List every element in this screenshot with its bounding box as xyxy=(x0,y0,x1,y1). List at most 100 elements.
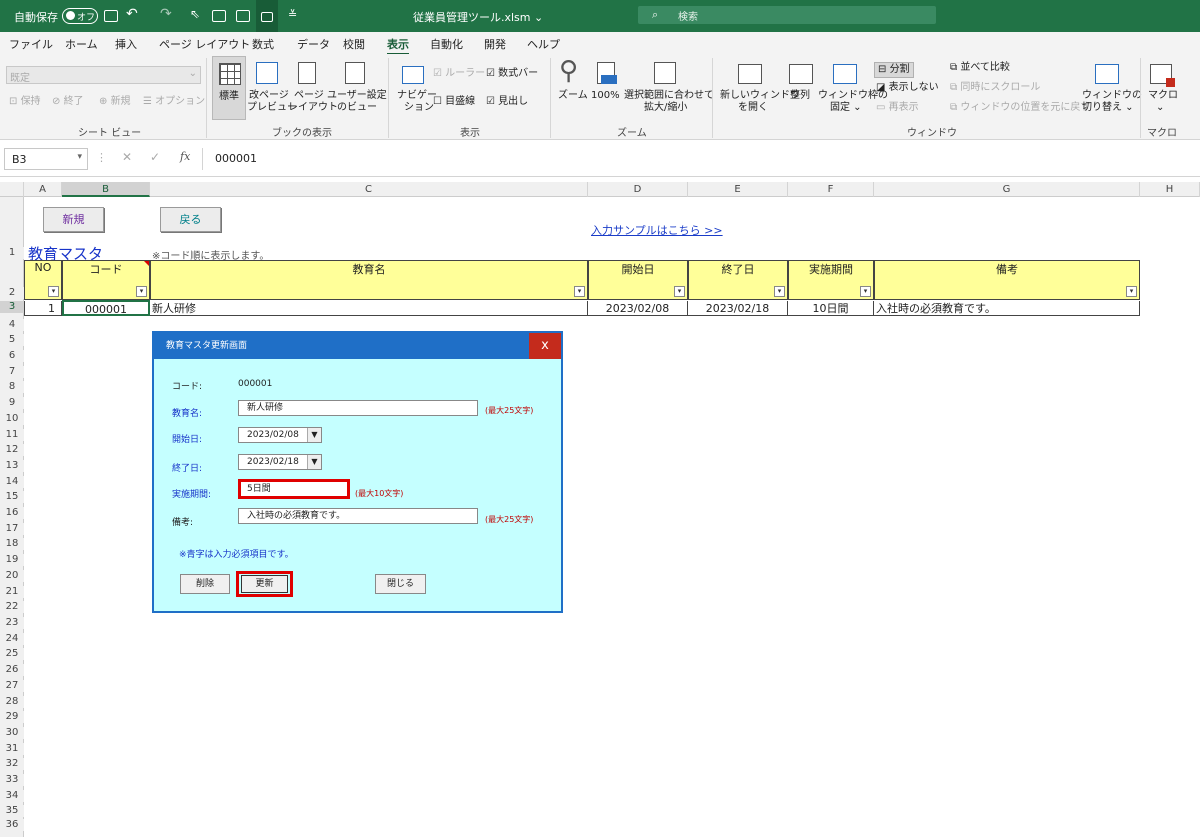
arrange-all-button[interactable]: 整列 xyxy=(786,56,816,120)
tab-insert[interactable]: 挿入 xyxy=(115,36,137,52)
row-header[interactable]: 14 xyxy=(0,476,24,488)
row-header[interactable]: 13 xyxy=(0,460,24,472)
row-header-selected[interactable]: 3 xyxy=(0,301,24,313)
row-header[interactable]: 5 xyxy=(0,334,24,346)
zoom-button[interactable]: ⚲ ズーム xyxy=(556,56,588,120)
filter-dropdown-icon[interactable]: ▾ xyxy=(674,286,685,297)
filter-dropdown-icon[interactable]: ▾ xyxy=(136,286,147,297)
page-layout-button[interactable]: ページ レイアウト xyxy=(287,56,338,120)
sample-link[interactable]: 入力サンプルはこちら >> xyxy=(591,222,723,238)
customize-qat-icon[interactable]: ≚ xyxy=(288,8,297,21)
zoom-100-button[interactable]: 100% xyxy=(590,56,622,120)
name-box[interactable]: B3 ▾ xyxy=(4,148,88,170)
chevron-down-icon[interactable]: ▼ xyxy=(307,455,321,469)
select-all-corner[interactable] xyxy=(0,182,24,197)
row-header[interactable]: 16 xyxy=(0,507,24,519)
navigation-button[interactable]: ナビゲー ション xyxy=(394,56,437,120)
column-header-selected[interactable]: B xyxy=(62,182,150,197)
filter-dropdown-icon[interactable]: ▾ xyxy=(574,286,585,297)
image-icon[interactable] xyxy=(236,10,250,22)
macros-button[interactable]: マクロ ⌄ xyxy=(1144,56,1178,120)
row-header[interactable]: 4 xyxy=(0,319,24,331)
page-break-preview-button[interactable]: 改ページ プレビュー xyxy=(247,56,297,120)
file-name[interactable]: 従業員管理ツール.xlsm ⌄ xyxy=(413,9,543,25)
ruler-checkbox[interactable]: ☑ ルーラー xyxy=(433,68,485,80)
synchronous-scrolling-button[interactable]: ⧉ 同時にスクロール xyxy=(950,82,1040,94)
row-header[interactable]: 19 xyxy=(0,554,24,566)
undo-icon[interactable]: ↶ xyxy=(126,6,138,22)
update-button[interactable]: 更新 xyxy=(241,575,288,593)
row-header[interactable]: 23 xyxy=(0,617,24,629)
hide-button[interactable]: ◪ 表示しない xyxy=(876,82,939,94)
column-header[interactable]: G xyxy=(874,182,1140,197)
gridlines-checkbox[interactable]: ☐ 目盛線 xyxy=(433,96,475,108)
dialog-close-button[interactable]: x xyxy=(529,333,561,359)
cell-start-date[interactable]: 2023/02/08 xyxy=(588,301,688,316)
start-date-input[interactable]: 2023/02/08 ▼ xyxy=(238,427,322,443)
tab-page-layout[interactable]: ページ レイアウト xyxy=(159,36,250,52)
filter-dropdown-icon[interactable]: ▾ xyxy=(1126,286,1137,297)
filter-dropdown-icon[interactable]: ▾ xyxy=(860,286,871,297)
insert-function-icon[interactable]: fx xyxy=(180,150,190,163)
new-button[interactable]: 新規 xyxy=(43,207,104,232)
row-header[interactable]: 33 xyxy=(0,774,24,786)
split-button[interactable]: ⊟ 分割 xyxy=(874,62,914,78)
cell-code-selected[interactable]: 000001 xyxy=(62,300,150,316)
document-icon[interactable] xyxy=(212,10,226,22)
row-header[interactable]: 15 xyxy=(0,491,24,503)
row-header[interactable]: 30 xyxy=(0,727,24,739)
lock-button[interactable] xyxy=(256,0,278,32)
zoom-to-selection-button[interactable]: 選択範囲に合わせて 拡大/縮小 xyxy=(624,56,714,120)
end-date-input[interactable]: 2023/02/18 ▼ xyxy=(238,454,322,470)
row-header[interactable]: 29 xyxy=(0,711,24,723)
cell-remarks[interactable]: 入社時の必須教育です。 xyxy=(874,301,1140,316)
row-header[interactable]: 31 xyxy=(0,743,24,755)
enter-icon[interactable]: ✓ xyxy=(150,150,160,164)
row-header[interactable]: 6 xyxy=(0,350,24,362)
column-header[interactable]: F xyxy=(788,182,874,197)
close-button[interactable]: 閉じる xyxy=(375,574,426,594)
name-input[interactable]: 新人研修 xyxy=(238,400,478,416)
row-header[interactable]: 25 xyxy=(0,648,24,660)
row-header[interactable]: 7 xyxy=(0,366,24,378)
row-header[interactable]: 2 xyxy=(0,287,24,299)
back-button[interactable]: 戻る xyxy=(160,207,221,232)
row-header[interactable]: 20 xyxy=(0,570,24,582)
tab-file[interactable]: ファイル xyxy=(9,36,53,52)
tab-view[interactable]: 表示 xyxy=(387,36,409,55)
tab-help[interactable]: ヘルプ xyxy=(527,36,560,52)
row-header[interactable]: 35 xyxy=(0,805,24,817)
row-header[interactable]: 22 xyxy=(0,601,24,613)
formula-bar-checkbox[interactable]: ☑ 数式バー xyxy=(486,68,538,80)
column-header[interactable]: A xyxy=(24,182,62,197)
row-header[interactable]: 9 xyxy=(0,397,24,409)
custom-views-button[interactable]: ユーザー設定 のビュー xyxy=(327,56,387,120)
row-header[interactable]: 36 xyxy=(0,819,24,831)
view-side-by-side-button[interactable]: ⧉ 並べて比較 xyxy=(950,62,1010,74)
filter-dropdown-icon[interactable]: ▾ xyxy=(48,286,59,297)
row-header[interactable]: 18 xyxy=(0,538,24,550)
sheet-view-exit[interactable]: ⊘ 終了 xyxy=(52,96,84,108)
row-header[interactable]: 27 xyxy=(0,680,24,692)
unhide-button[interactable]: ▭ 再表示 xyxy=(876,102,919,114)
filter-dropdown-icon[interactable]: ▾ xyxy=(774,286,785,297)
tab-developer[interactable]: 開発 xyxy=(484,36,506,52)
cell-no[interactable]: 1 xyxy=(24,301,62,316)
row-header[interactable]: 21 xyxy=(0,586,24,598)
formula-input[interactable]: 000001 xyxy=(202,148,1196,170)
headings-checkbox[interactable]: ☑ 見出し xyxy=(486,96,528,108)
new-window-button[interactable]: 新しいウィンドウ を開く xyxy=(718,56,800,120)
sheet-view-options[interactable]: ☰ オプション xyxy=(143,96,205,108)
tab-data[interactable]: データ xyxy=(297,36,330,52)
row-header[interactable]: 10 xyxy=(0,413,24,425)
chevron-down-icon[interactable]: ▼ xyxy=(307,428,321,442)
sheet-view-new[interactable]: ⊕ 新規 xyxy=(99,96,131,108)
row-header[interactable]: 28 xyxy=(0,696,24,708)
freeze-panes-button[interactable]: ウィンドウ枠の 固定 ⌄ xyxy=(818,56,888,120)
column-header[interactable]: D xyxy=(588,182,688,197)
row-header[interactable]: 12 xyxy=(0,444,24,456)
period-input[interactable]: 5日間 xyxy=(238,479,350,499)
autosave-toggle[interactable]: オフ xyxy=(62,8,98,24)
save-icon[interactable] xyxy=(104,10,118,22)
row-header[interactable]: 26 xyxy=(0,664,24,676)
